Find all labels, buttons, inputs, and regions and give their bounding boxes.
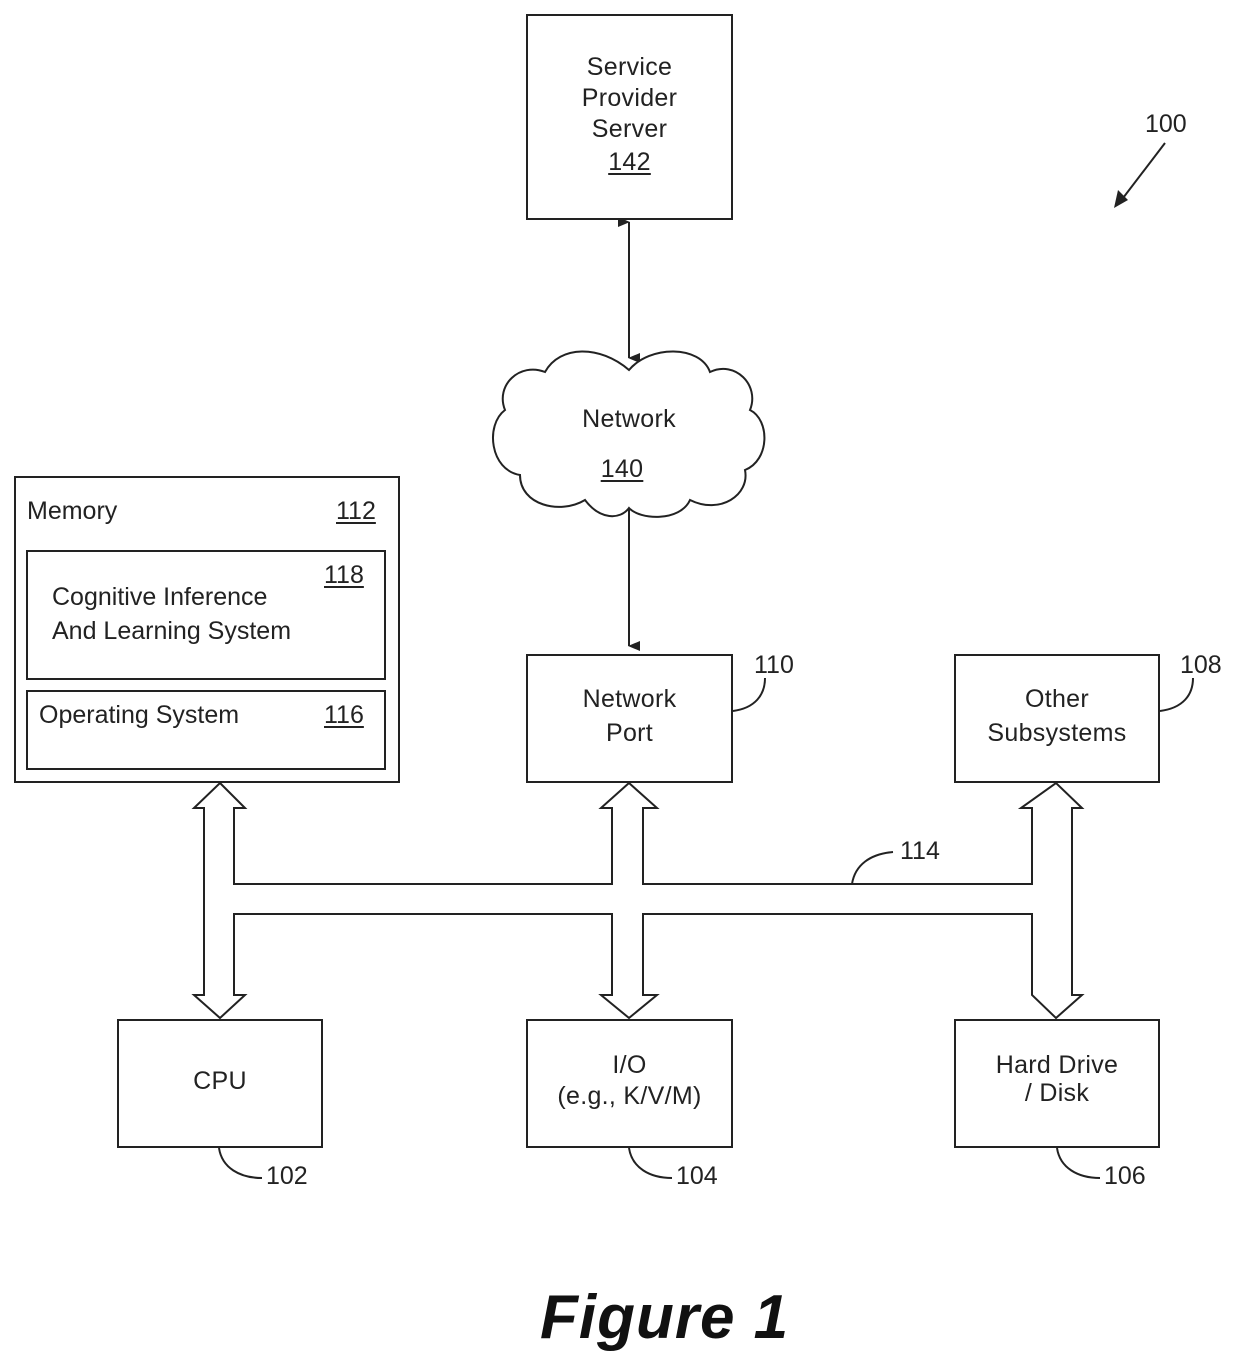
os-label: Operating System xyxy=(39,701,240,729)
leader-110 xyxy=(732,677,766,712)
hard-drive-label-line-1: Hard Drive xyxy=(995,1051,1119,1079)
network-port-ref: 110 xyxy=(754,651,794,679)
cils-label-line-2: And Learning System xyxy=(52,617,292,645)
network-port-label-line-2: Port xyxy=(605,719,654,747)
leader-102 xyxy=(218,1147,263,1179)
server-ref: 142 xyxy=(608,148,651,176)
server-label-line-1: Service xyxy=(586,53,673,81)
cpu-ref: 102 xyxy=(266,1162,308,1190)
network-port-label: Network Port xyxy=(526,684,733,749)
network-ref: 140 xyxy=(600,455,644,483)
other-subsystems-label-line-2: Subsystems xyxy=(987,719,1127,747)
leader-114 xyxy=(851,851,894,885)
os-ref: 116 xyxy=(324,701,364,729)
server-label: Service Provider Server 142 xyxy=(526,52,733,178)
cpu-label: CPU xyxy=(193,1067,247,1095)
network-label: Network xyxy=(582,405,676,433)
memory-ref: 112 xyxy=(336,497,376,525)
system-ref-100: 100 xyxy=(1145,110,1187,138)
other-subsystems-label: Other Subsystems xyxy=(954,684,1160,749)
leader-100-arrow xyxy=(1119,142,1166,203)
hard-drive-ref: 106 xyxy=(1104,1162,1146,1190)
server-label-line-2: Provider xyxy=(581,84,678,112)
memory-label: Memory xyxy=(27,497,118,525)
io-label: I/O (e.g., K/V/M) xyxy=(526,1050,733,1112)
network-port-label-line-1: Network xyxy=(582,685,677,713)
leader-108 xyxy=(1159,677,1194,712)
leader-104 xyxy=(628,1147,673,1179)
cils-ref: 118 xyxy=(324,561,364,589)
hard-drive-label: Hard Drive / Disk xyxy=(954,1050,1160,1109)
io-label-line-2: (e.g., K/V/M) xyxy=(557,1082,702,1110)
cils-label-line-1: Cognitive Inference xyxy=(52,583,268,611)
figure-caption: Figure 1 xyxy=(540,1283,790,1352)
hard-drive-label-line-2: / Disk xyxy=(1024,1079,1090,1107)
bus-ref: 114 xyxy=(900,837,940,865)
other-subsystems-label-line-1: Other xyxy=(1024,685,1090,713)
server-label-line-3: Server xyxy=(591,115,668,143)
system-bus xyxy=(191,781,1085,1020)
io-ref: 104 xyxy=(676,1162,718,1190)
leader-106 xyxy=(1056,1147,1101,1179)
io-label-line-1: I/O xyxy=(612,1051,647,1079)
other-subsystems-ref: 108 xyxy=(1180,651,1222,679)
